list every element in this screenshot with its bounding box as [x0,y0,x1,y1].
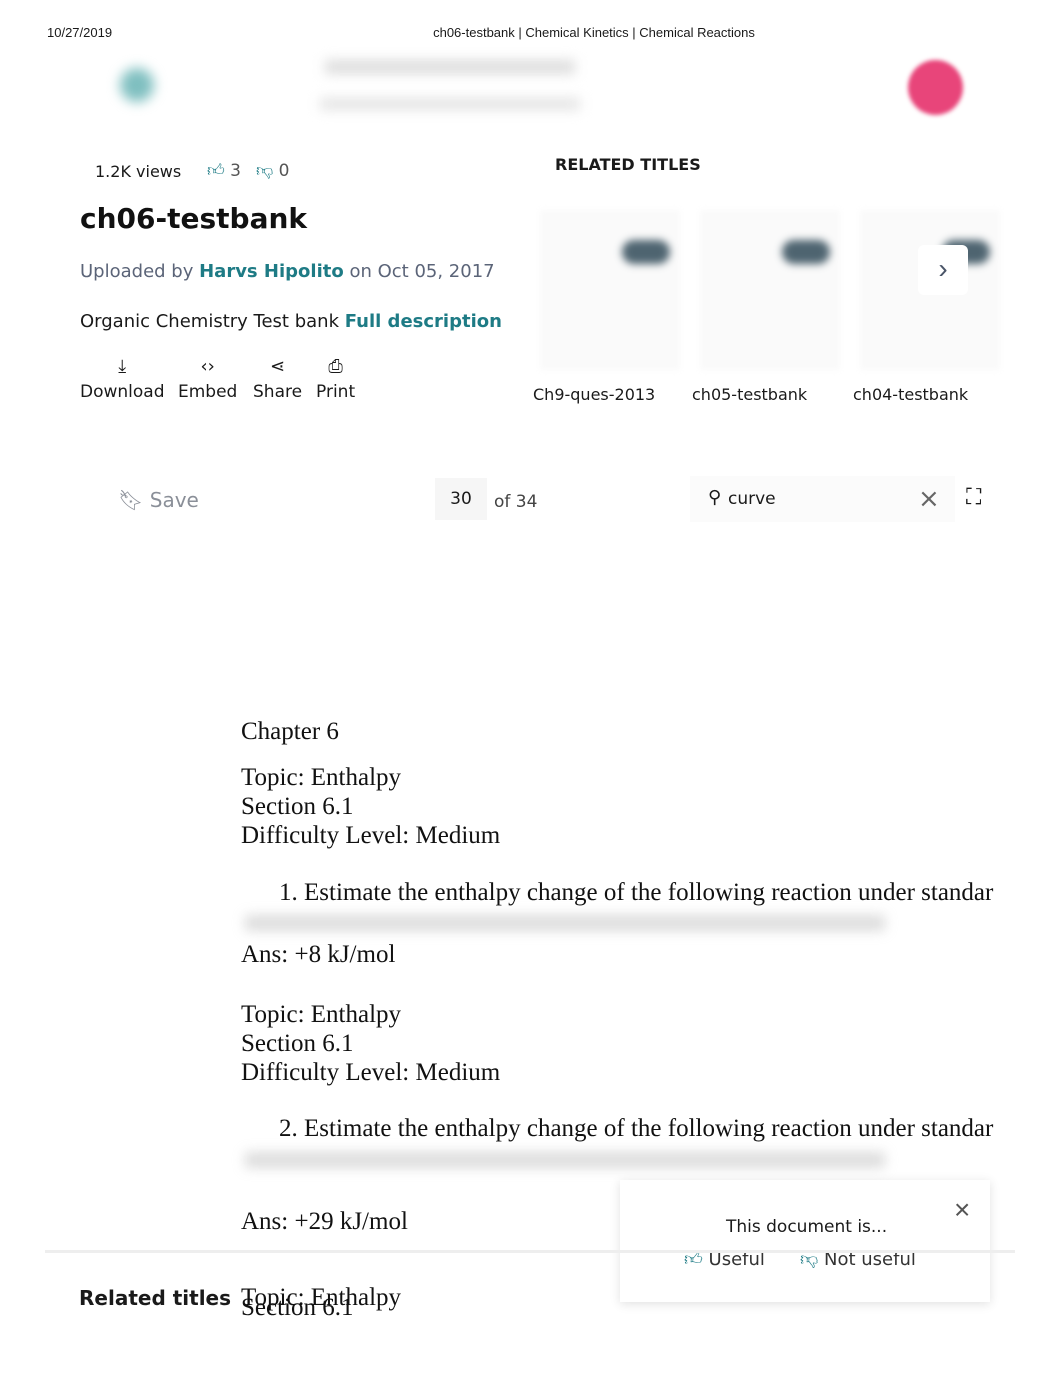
feedback-prompt: This document is... [726,1217,888,1237]
answer: Ans: +29 kJ/mol [241,1208,408,1235]
like-button[interactable]: 👍︎ 3 [207,160,241,181]
avatar[interactable] [908,60,963,115]
fullscreen-icon[interactable]: ⛶ [966,484,981,510]
close-icon[interactable]: × [954,1194,970,1226]
upload-info: Uploaded by Harvs Hipolito on Oct 05, 20… [80,261,495,282]
download-icon: ⤓ [118,356,127,377]
view-count: 1.2K views [95,162,182,181]
print-title: ch06-testbank | Chemical Kinetics | Chem… [433,25,755,40]
related-item[interactable]: Ch9-ques-2013 [533,385,655,404]
embed-button[interactable]: ‹› Embed [178,356,237,402]
question-meta: Topic: Enthalpy Section 6.1 Difficulty Lev… [241,764,501,849]
description: Organic Chemistry Test bank Full descrip… [80,311,502,332]
close-icon[interactable]: × [918,484,940,514]
search-icon: ⚲ [708,487,722,508]
divider [45,1250,1015,1253]
thumbs-down-icon: 👎︎ [256,161,274,181]
related-item[interactable]: ch04-testbank [853,385,968,404]
share-icon: ⋖ [269,356,286,377]
logo[interactable] [120,68,154,102]
page-count: of 34 [494,492,538,512]
thumbs-up-icon: 👍︎ [207,161,225,181]
document-title: ch06-testbank [80,202,308,235]
print-button[interactable]: ⎙ Print [316,356,355,402]
save-button[interactable]: 🔖︎ Save [118,488,199,512]
uploader-link[interactable]: Harvs Hipolito [199,261,344,282]
code-icon: ‹› [200,356,215,377]
download-button[interactable]: ⤓ Download [80,356,165,402]
page-number-input[interactable]: 30 [435,478,487,520]
chapter-heading: Chapter 6 [241,718,339,745]
question-meta: Topic: Enthalpy Section 6.1 Difficulty Lev… [241,1001,501,1086]
chevron-right-icon[interactable]: › [918,245,968,295]
related-thumbnail[interactable] [700,210,840,370]
search-bar[interactable] [325,60,575,74]
related-thumbnail[interactable] [540,210,680,370]
dislike-button[interactable]: 👎︎ 0 [256,160,290,181]
reaction-equation [245,915,885,931]
search-input[interactable]: ⚲ curve × [690,476,955,522]
print-icon: ⎙ [328,356,343,377]
nav-bar [320,98,580,110]
question-text: 1. Estimate the enthalpy change of the f… [279,879,994,906]
full-description-link[interactable]: Full description [345,311,502,332]
related-titles-footer: Related titles [79,1286,232,1310]
section-text: Section 6.1 [241,1294,354,1321]
answer: Ans: +8 kJ/mol [241,941,396,968]
reaction-equation [245,1152,885,1168]
question-text: 2. Estimate the enthalpy change of the f… [279,1115,994,1142]
bookmark-icon: 🔖︎ [118,488,144,512]
related-titles-heading: RELATED TITLES [555,155,701,174]
related-item[interactable]: ch05-testbank [692,385,807,404]
feedback-popup: This document is... × 👍︎ Useful 👎︎ Not u… [620,1180,990,1302]
share-button[interactable]: ⋖ Share [253,356,302,402]
